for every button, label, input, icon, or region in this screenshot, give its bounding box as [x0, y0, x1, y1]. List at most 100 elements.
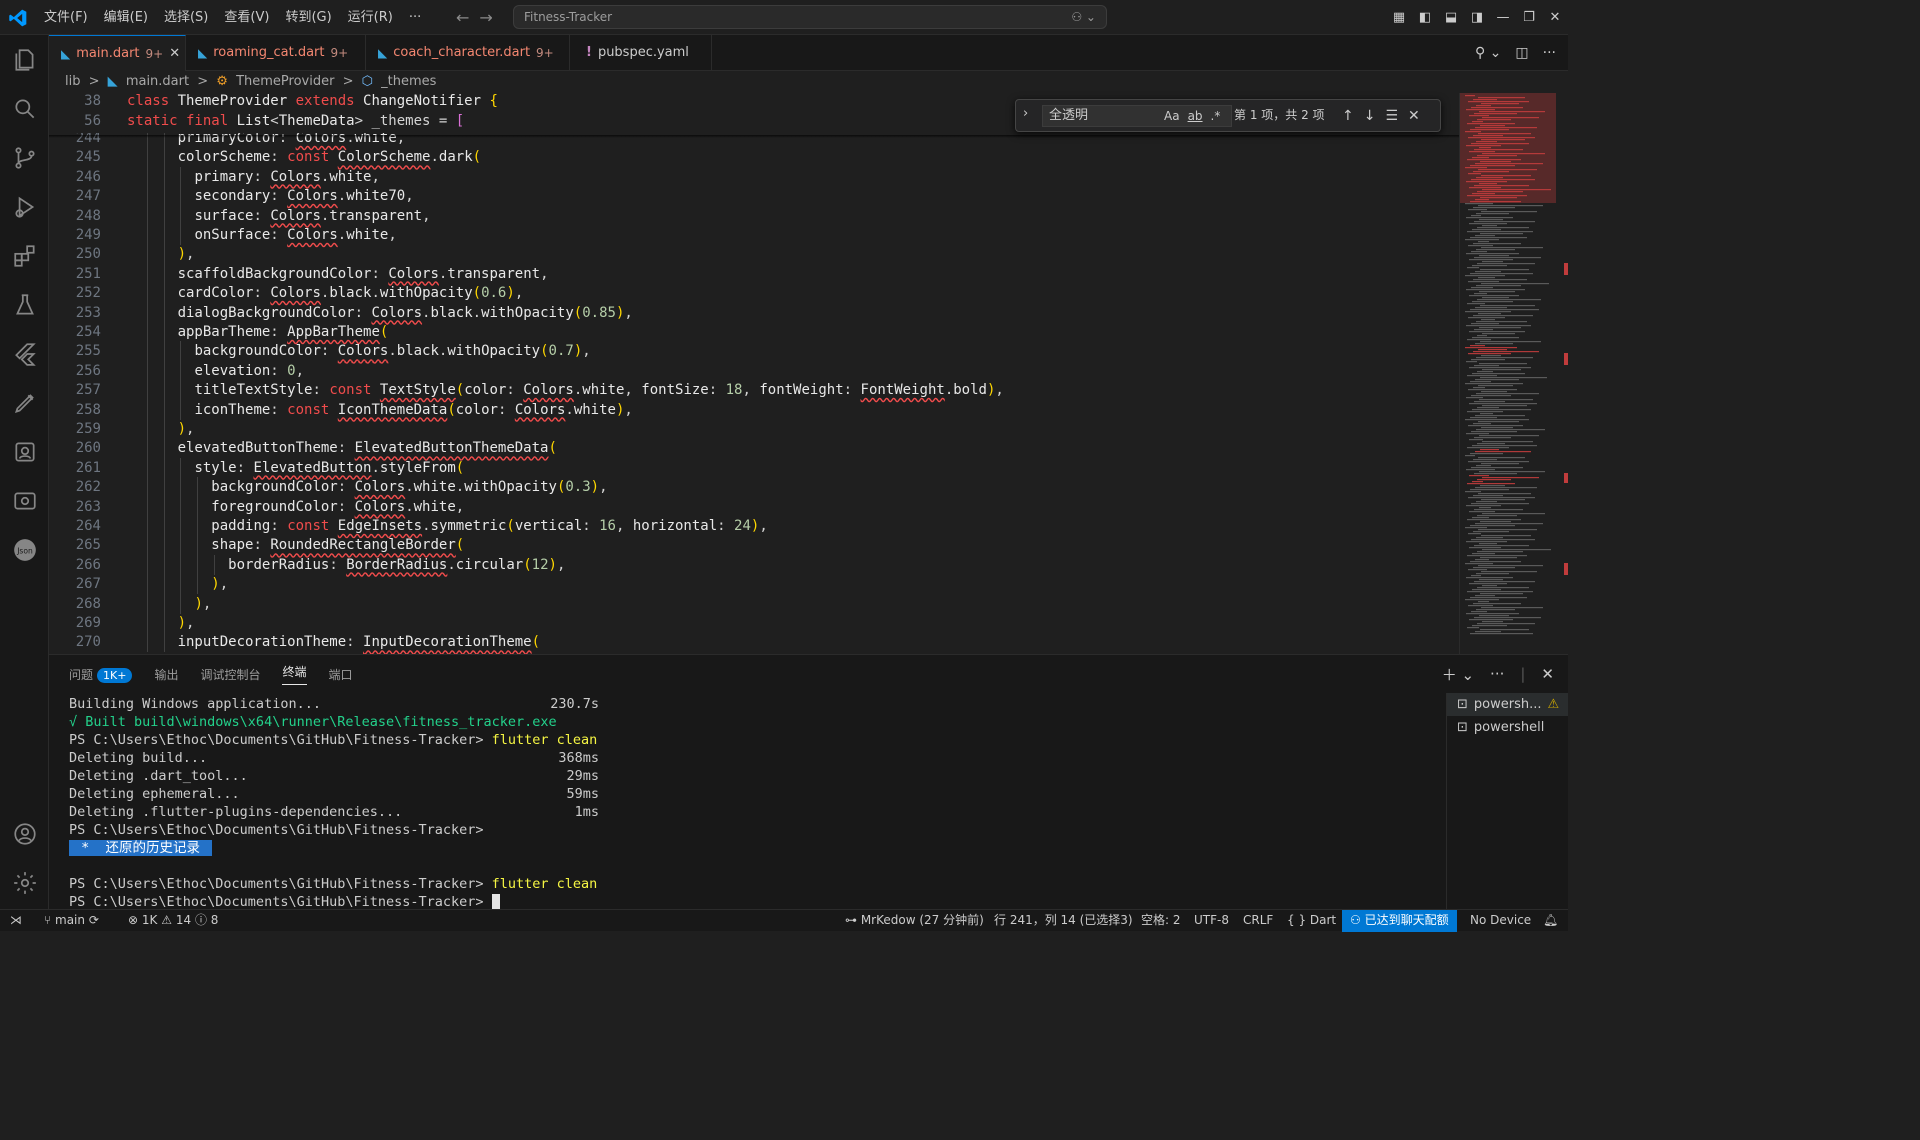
- notifications-bell-icon[interactable]: 🔔︎: [1543, 910, 1558, 932]
- code-line[interactable]: 247 secondary: Colors.white70,: [49, 186, 1459, 206]
- code-line[interactable]: 256 elevation: 0,: [49, 361, 1459, 381]
- menu-go[interactable]: 转到(G): [277, 0, 339, 35]
- flutter-icon[interactable]: [12, 341, 38, 367]
- match-whole-word-toggle[interactable]: ab: [1188, 109, 1203, 123]
- code-line[interactable]: 248 surface: Colors.transparent,: [49, 206, 1459, 226]
- panel-more-icon[interactable]: ···: [1490, 665, 1504, 683]
- panel-tab-problems[interactable]: 问题 1K+: [69, 666, 133, 683]
- toggle-sidebar-icon[interactable]: ◧: [1412, 10, 1438, 25]
- toggle-replace-chevron-icon[interactable]: ›: [1023, 106, 1028, 121]
- run-debug-icon[interactable]: [12, 194, 38, 220]
- find-in-selection-icon[interactable]: ☰: [1385, 108, 1398, 124]
- settings-gear-icon[interactable]: [12, 870, 38, 896]
- code-line[interactable]: 258 iconTheme: const IconThemeData(color…: [49, 400, 1459, 420]
- previous-match-icon[interactable]: ↑: [1342, 108, 1354, 124]
- menu-edit[interactable]: 编辑(E): [96, 0, 156, 35]
- line-ending[interactable]: CRLF: [1243, 910, 1273, 932]
- use-regex-toggle[interactable]: .*: [1211, 109, 1221, 123]
- flutter-device[interactable]: No Device: [1470, 910, 1531, 932]
- code-line[interactable]: 250 ),: [49, 244, 1459, 264]
- code-line[interactable]: 254 appBarTheme: AppBarTheme(: [49, 322, 1459, 342]
- forward-arrow-icon[interactable]: →: [479, 8, 492, 27]
- account-icon[interactable]: [12, 821, 38, 847]
- panel-tab-terminal[interactable]: 终端: [282, 663, 307, 685]
- code-line[interactable]: 267 ),: [49, 574, 1459, 594]
- pen-tool-icon[interactable]: [12, 390, 38, 416]
- testing-icon[interactable]: [12, 292, 38, 318]
- explorer-icon[interactable]: [12, 47, 38, 73]
- menu-view[interactable]: 查看(V): [216, 0, 277, 35]
- code-line[interactable]: 251 scaffoldBackgroundColor: Colors.tran…: [49, 264, 1459, 284]
- match-case-toggle[interactable]: Aa: [1164, 109, 1180, 123]
- copilot-icon[interactable]: ⚇ ⌄: [1071, 6, 1096, 28]
- run-dropdown-icon[interactable]: ⚲ ⌄: [1475, 45, 1501, 61]
- new-terminal-icon[interactable]: ＋ ⌄: [1442, 664, 1474, 685]
- code-line[interactable]: 263 foregroundColor: Colors.white,: [49, 497, 1459, 517]
- terminal-item[interactable]: ⊡ powershell: [1447, 716, 1568, 739]
- code-line[interactable]: 266 borderRadius: BorderRadius.circular(…: [49, 555, 1459, 575]
- breadcrumb-class[interactable]: ThemeProvider: [236, 74, 334, 89]
- code-line[interactable]: 255 backgroundColor: Colors.black.withOp…: [49, 341, 1459, 361]
- json-icon[interactable]: Json: [12, 537, 38, 563]
- code-line[interactable]: 257 titleTextStyle: const TextStyle(colo…: [49, 380, 1459, 400]
- menu-run[interactable]: 运行(R): [340, 0, 401, 35]
- code-line[interactable]: 252 cardColor: Colors.black.withOpacity(…: [49, 283, 1459, 303]
- code-line[interactable]: 270 inputDecorationTheme: InputDecoratio…: [49, 632, 1459, 652]
- indentation[interactable]: 空格: 2: [1141, 910, 1181, 932]
- code-line[interactable]: 268 ),: [49, 594, 1459, 614]
- encoding[interactable]: UTF-8: [1194, 910, 1229, 932]
- code-line[interactable]: 264 padding: const EdgeInsets.symmetric(…: [49, 516, 1459, 536]
- remote-indicator-icon[interactable]: ⋊: [10, 910, 22, 932]
- language-mode[interactable]: { } Dart: [1287, 910, 1336, 932]
- restore-button[interactable]: ❐: [1516, 10, 1542, 25]
- code-line[interactable]: 269 ),: [49, 613, 1459, 633]
- preview-icon[interactable]: [12, 488, 38, 514]
- code-line[interactable]: 262 backgroundColor: Colors.white.withOp…: [49, 477, 1459, 497]
- minimap[interactable]: [1459, 93, 1568, 654]
- source-control-icon[interactable]: [12, 145, 38, 171]
- command-center-search[interactable]: Fitness-Tracker ⚇ ⌄: [513, 5, 1107, 29]
- menu-file[interactable]: 文件(F): [36, 0, 96, 35]
- toggle-panel-icon[interactable]: ⬓: [1438, 10, 1464, 25]
- terminal-output[interactable]: Building Windows application... 230.7s √ B…: [69, 695, 1429, 910]
- panel-tab-ports[interactable]: 端口: [329, 666, 353, 683]
- more-actions-icon[interactable]: ···: [1543, 45, 1556, 61]
- customize-layout-icon[interactable]: ▦: [1386, 10, 1412, 25]
- menu-more[interactable]: ···: [401, 0, 429, 35]
- branch-indicator[interactable]: ⑂ main ⟳: [44, 910, 99, 932]
- tab-main-dart[interactable]: ◣ main.dart 9+ ✕: [49, 35, 186, 71]
- toggle-secondary-sidebar-icon[interactable]: ◨: [1464, 10, 1490, 25]
- tab-roaming-cat[interactable]: ◣ roaming_cat.dart 9+: [186, 35, 366, 71]
- git-blame[interactable]: ⊶ MrKedow (27 分钟前): [845, 910, 984, 932]
- cursor-position[interactable]: 行 241，列 14 (已选择3): [994, 910, 1133, 932]
- breadcrumb-lib[interactable]: lib: [65, 74, 80, 89]
- minimize-button[interactable]: —: [1490, 10, 1516, 25]
- next-match-icon[interactable]: ↓: [1364, 108, 1376, 124]
- code-line[interactable]: 245 colorScheme: const ColorScheme.dark(: [49, 147, 1459, 167]
- panel-tab-output[interactable]: 输出: [154, 666, 178, 683]
- code-line[interactable]: 261 style: ElevatedButton.styleFrom(: [49, 458, 1459, 478]
- panel-tab-debug-console[interactable]: 调试控制台: [200, 666, 260, 683]
- close-tab-icon[interactable]: ✕: [169, 36, 180, 72]
- search-icon[interactable]: [12, 96, 38, 122]
- code-editor[interactable]: 244 primaryColor: Colors.white, 245 color…: [49, 93, 1459, 654]
- problems-indicator[interactable]: ⊗ 1K ⚠ 14 ⓘ 8: [128, 910, 218, 932]
- tab-coach-character[interactable]: ◣ coach_character.dart 9+: [366, 35, 570, 71]
- code-line[interactable]: 260 elevatedButtonTheme: ElevatedButtonT…: [49, 438, 1459, 458]
- copilot-status[interactable]: ⚇ 已达到聊天配额: [1342, 910, 1457, 932]
- code-line[interactable]: 259 ),: [49, 419, 1459, 439]
- code-line[interactable]: 249 onSurface: Colors.white,: [49, 225, 1459, 245]
- close-window-button[interactable]: ✕: [1542, 10, 1568, 25]
- close-panel-icon[interactable]: ✕: [1541, 665, 1554, 683]
- extensions-icon[interactable]: [12, 243, 38, 269]
- remote-explorer-icon[interactable]: [12, 439, 38, 465]
- close-find-icon[interactable]: ✕: [1408, 108, 1420, 124]
- terminal-item[interactable]: ⊡ powersh... ⚠: [1447, 693, 1568, 716]
- back-arrow-icon[interactable]: ←: [456, 8, 469, 27]
- code-line[interactable]: 265 shape: RoundedRectangleBorder(: [49, 535, 1459, 555]
- menu-selection[interactable]: 选择(S): [156, 0, 216, 35]
- tab-pubspec[interactable]: ! pubspec.yaml: [570, 35, 712, 71]
- split-editor-icon[interactable]: ◫: [1515, 45, 1528, 61]
- breadcrumb-file[interactable]: main.dart: [126, 74, 189, 89]
- code-line[interactable]: 246 primary: Colors.white,: [49, 167, 1459, 187]
